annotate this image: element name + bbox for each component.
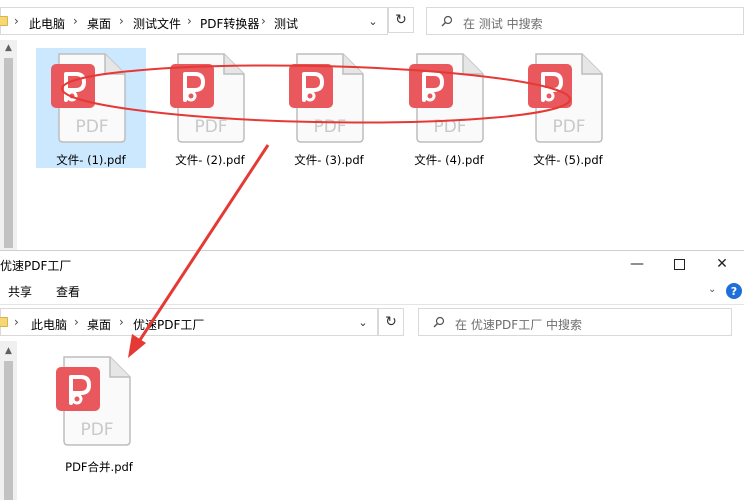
scroll-thumb[interactable] xyxy=(4,58,13,248)
refresh-icon: ↻ xyxy=(395,12,407,28)
chevron-right-icon: › xyxy=(73,14,78,28)
chevron-right-icon: › xyxy=(119,315,124,329)
file-item[interactable]: PDF 文件- (4).pdf xyxy=(394,48,504,168)
explorer-window-test: › 此电脑 › 桌面 › 测试文件 › PDF转换器 › 测试 ⌄ ↻ 在 测试… xyxy=(0,0,744,250)
chevron-right-icon: › xyxy=(14,14,19,28)
chevron-right-icon: › xyxy=(187,14,192,28)
maximize-button[interactable] xyxy=(668,254,690,274)
pdf-file-icon: PDF xyxy=(289,53,364,143)
explorer-window-output: 优速PDF工厂 — ✕ 共享 查看 ⌄ ? › 此电脑 › 桌面 › 优速PDF… xyxy=(0,250,744,500)
breadcrumb-item[interactable]: 优速PDF工厂 xyxy=(133,316,204,333)
breadcrumb-item[interactable]: 桌面 xyxy=(87,15,111,32)
file-name: 文件- (2).pdf xyxy=(175,153,245,167)
maximize-icon xyxy=(673,258,685,270)
search-icon xyxy=(441,15,453,27)
pdf-label: PDF xyxy=(433,117,466,137)
breadcrumb-item[interactable]: 桌面 xyxy=(87,316,111,333)
chevron-right-icon: › xyxy=(261,14,266,28)
search-placeholder: 在 测试 中搜索 xyxy=(463,17,543,31)
pdf-file-icon: PDF xyxy=(528,53,603,143)
pdf-label: PDF xyxy=(194,117,227,137)
window-title: 优速PDF工厂 xyxy=(0,259,72,273)
scroll-up-icon[interactable]: ▲ xyxy=(4,347,13,356)
chevron-down-icon[interactable]: ⌄ xyxy=(366,14,380,28)
pdf-label: PDF xyxy=(313,117,346,137)
chevron-right-icon: › xyxy=(74,315,79,329)
tab-share[interactable]: 共享 xyxy=(8,283,32,300)
folder-icon xyxy=(0,317,8,327)
address-bar[interactable]: › 此电脑 › 桌面 › 优速PDF工厂 ⌄ xyxy=(0,308,378,336)
chevron-right-icon: › xyxy=(14,315,19,329)
vertical-scrollbar[interactable]: ▲ xyxy=(0,341,17,500)
file-item[interactable]: PDF 文件- (1).pdf xyxy=(36,48,146,168)
folder-icon xyxy=(0,16,8,26)
breadcrumb-item[interactable]: 此电脑 xyxy=(29,15,65,32)
file-name: 文件- (3).pdf xyxy=(294,153,364,167)
breadcrumb-item[interactable]: 此电脑 xyxy=(31,316,67,333)
pdf-file-icon: PDF xyxy=(56,356,131,446)
file-item[interactable]: PDF 文件- (2).pdf xyxy=(155,48,265,168)
pdf-label: PDF xyxy=(80,420,113,440)
refresh-icon: ↻ xyxy=(385,314,397,330)
pdf-file-icon: PDF xyxy=(170,53,245,143)
breadcrumb-item[interactable]: PDF转换器 xyxy=(200,15,259,32)
file-item[interactable]: PDF 文件- (5).pdf xyxy=(513,48,623,168)
file-item[interactable]: PDF PDF合并.pdf xyxy=(44,351,154,474)
file-name: 文件- (5).pdf xyxy=(533,153,603,167)
file-item[interactable]: PDF 文件- (3).pdf xyxy=(274,48,384,168)
scroll-thumb[interactable] xyxy=(4,361,13,500)
chevron-down-icon[interactable]: ⌄ xyxy=(708,284,716,295)
chevron-down-icon[interactable]: ⌄ xyxy=(356,315,370,329)
file-name: PDF合并.pdf xyxy=(65,460,133,474)
help-icon[interactable]: ? xyxy=(726,283,742,299)
pdf-label: PDF xyxy=(75,117,108,137)
refresh-button[interactable]: ↻ xyxy=(388,7,414,33)
file-name: 文件- (1).pdf xyxy=(56,153,126,167)
minimize-button[interactable]: — xyxy=(626,254,648,274)
pdf-file-icon: PDF xyxy=(51,53,126,143)
tab-view[interactable]: 查看 xyxy=(56,283,80,300)
refresh-button[interactable]: ↻ xyxy=(378,308,404,336)
breadcrumb-item[interactable]: 测试文件 xyxy=(133,15,181,32)
vertical-scrollbar[interactable]: ▲ xyxy=(0,40,17,250)
chevron-right-icon: › xyxy=(119,14,124,28)
pdf-label: PDF xyxy=(552,117,585,137)
search-input[interactable]: 在 测试 中搜索 xyxy=(426,7,744,35)
file-name: 文件- (4).pdf xyxy=(414,153,484,167)
minimize-icon: — xyxy=(630,256,644,272)
search-icon xyxy=(433,316,445,328)
pdf-file-icon: PDF xyxy=(409,53,484,143)
scroll-up-icon[interactable]: ▲ xyxy=(4,44,13,53)
breadcrumb-item[interactable]: 测试 xyxy=(274,15,298,32)
close-icon: ✕ xyxy=(716,256,728,272)
close-button[interactable]: ✕ xyxy=(711,254,733,274)
ribbon-divider xyxy=(0,304,744,305)
search-placeholder: 在 优速PDF工厂 中搜索 xyxy=(455,318,583,332)
search-input[interactable]: 在 优速PDF工厂 中搜索 xyxy=(418,308,732,336)
address-bar[interactable]: › 此电脑 › 桌面 › 测试文件 › PDF转换器 › 测试 ⌄ xyxy=(0,7,388,35)
